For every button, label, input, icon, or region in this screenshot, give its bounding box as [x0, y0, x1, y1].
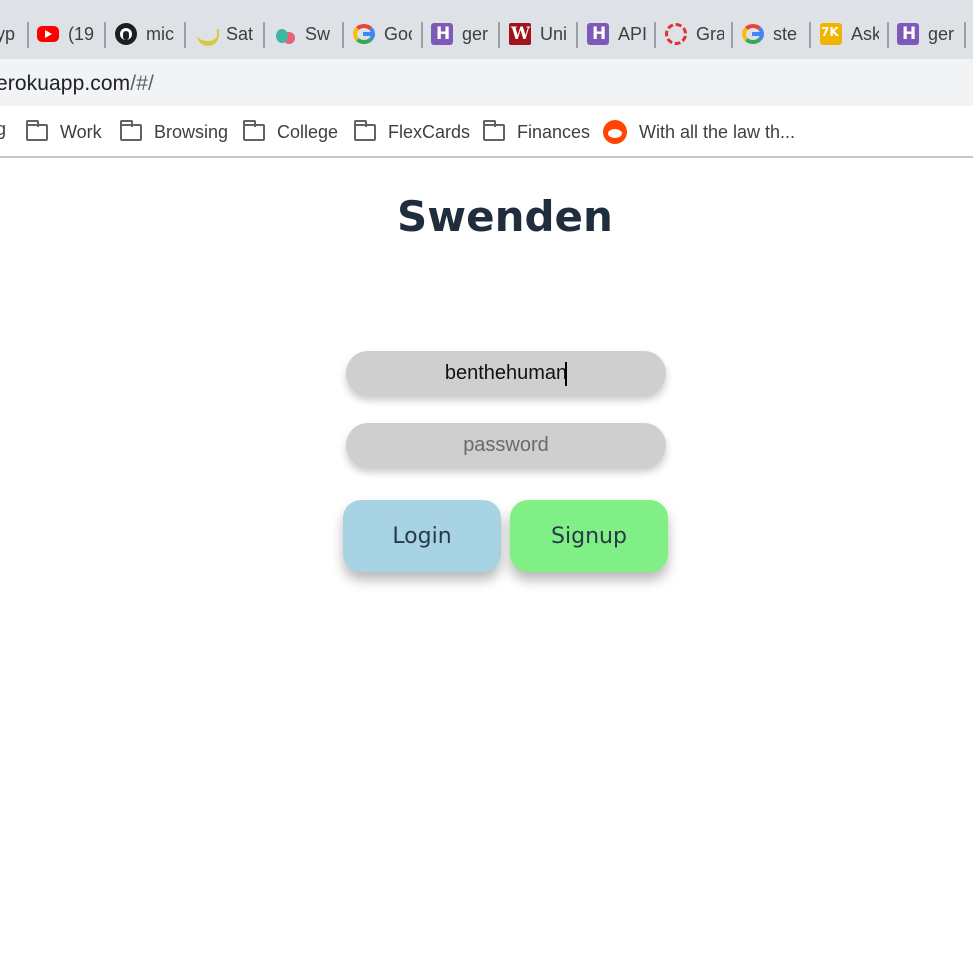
- tab-title: mic: [146, 23, 174, 44]
- browser-tab[interactable]: ger: [897, 14, 958, 54]
- bookmark-reddit[interactable]: With all the law th...: [603, 119, 795, 145]
- grafana-icon: [665, 23, 687, 45]
- bookmark-label: FlexCards: [388, 121, 471, 142]
- folder-icon: [243, 119, 265, 141]
- bookmark-folder-work[interactable]: Work: [26, 119, 102, 145]
- tab-separator: [421, 22, 423, 48]
- folder-icon: [483, 119, 505, 141]
- reddit-icon: [603, 120, 627, 144]
- browser-tab[interactable]: API: [587, 14, 646, 54]
- tab-title: ger: [928, 23, 955, 44]
- bookmark-folder-finances[interactable]: Finances: [483, 119, 590, 145]
- bookmark-label: Finances: [517, 121, 591, 142]
- tab-separator: [654, 22, 656, 48]
- browser-tab[interactable]: Ask: [820, 14, 879, 54]
- heroku-icon: [897, 23, 919, 45]
- url-text[interactable]: erokuapp.com/#/: [0, 72, 154, 96]
- bookmark-partial[interactable]: g: [0, 119, 6, 140]
- username-input[interactable]: [346, 351, 666, 395]
- folder-icon: [354, 119, 376, 141]
- google-icon: [353, 24, 375, 44]
- google-icon: [742, 24, 764, 44]
- browser-tab[interactable]: mic: [115, 14, 176, 54]
- browser-tab[interactable]: ste: [742, 14, 799, 54]
- browser-tab[interactable]: Gra: [665, 14, 724, 54]
- youtube-icon: [37, 26, 59, 42]
- tab-separator: [576, 22, 578, 48]
- tab-separator: [104, 22, 106, 48]
- browser-tab[interactable]: Goo: [353, 14, 412, 54]
- browser-tab[interactable]: yp: [0, 14, 20, 54]
- tab-separator: [498, 22, 500, 48]
- bookmarks-bar: g Work Browsing College FlexCards Financ…: [0, 106, 973, 158]
- tab-title: Sat: [226, 23, 254, 44]
- tab-separator: [263, 22, 265, 48]
- tab-separator: [27, 22, 29, 48]
- browser-tab[interactable]: ger: [431, 14, 492, 54]
- browser-tab[interactable]: (19: [37, 14, 96, 54]
- bookmark-label: With all the law th...: [639, 121, 796, 142]
- wikipedia-icon: [509, 23, 531, 45]
- tab-title: ste: [773, 23, 798, 44]
- url-host: erokuapp.com: [0, 72, 131, 95]
- tab-title: Gra: [696, 23, 724, 44]
- tab-title: Goo: [384, 23, 412, 44]
- tab-title: (19: [68, 23, 95, 44]
- tab-title: ger: [462, 23, 489, 44]
- bookmark-label: Browsing: [154, 121, 229, 142]
- github-icon: [115, 23, 137, 45]
- browser-tab[interactable]: Sat: [195, 14, 256, 54]
- tab-separator: [809, 22, 811, 48]
- address-bar[interactable]: erokuapp.com/#/: [0, 58, 973, 106]
- tab-title: Ask: [851, 23, 879, 44]
- tab-separator: [342, 22, 344, 48]
- bookmark-folder-flexcards[interactable]: FlexCards: [354, 119, 470, 145]
- tab-strip: yp (19 mic Sat Sw Goo ger Uni API: [0, 0, 973, 58]
- bookmark-label: College: [277, 121, 339, 142]
- page-title: Swenden: [397, 192, 613, 241]
- heroku-icon: [431, 23, 453, 45]
- tab-separator: [184, 22, 186, 48]
- tab-title: Uni: [540, 23, 568, 44]
- tab-separator: [964, 22, 966, 48]
- signup-button[interactable]: Signup: [510, 500, 668, 572]
- bookmark-folder-college[interactable]: College: [243, 119, 338, 145]
- bookmark-folder-browsing[interactable]: Browsing: [120, 119, 228, 145]
- banana-icon: [195, 23, 219, 46]
- folder-icon: [26, 119, 48, 141]
- password-input[interactable]: [346, 423, 666, 467]
- heroku-icon: [587, 23, 609, 45]
- text-caret: [565, 362, 567, 386]
- login-button[interactable]: Login: [343, 500, 501, 572]
- browser-tab[interactable]: Sw: [274, 14, 333, 54]
- ask-icon: [820, 23, 842, 45]
- swenden-icon: [274, 23, 296, 45]
- url-path: /#/: [130, 72, 154, 95]
- tab-title: Sw: [305, 23, 331, 44]
- bookmark-label: Work: [60, 121, 102, 142]
- folder-icon: [120, 119, 142, 141]
- tab-separator: [731, 22, 733, 48]
- browser-tab[interactable]: Uni: [509, 14, 568, 54]
- tab-separator: [887, 22, 889, 48]
- tab-title: yp: [0, 23, 16, 44]
- tab-title: API: [618, 23, 646, 44]
